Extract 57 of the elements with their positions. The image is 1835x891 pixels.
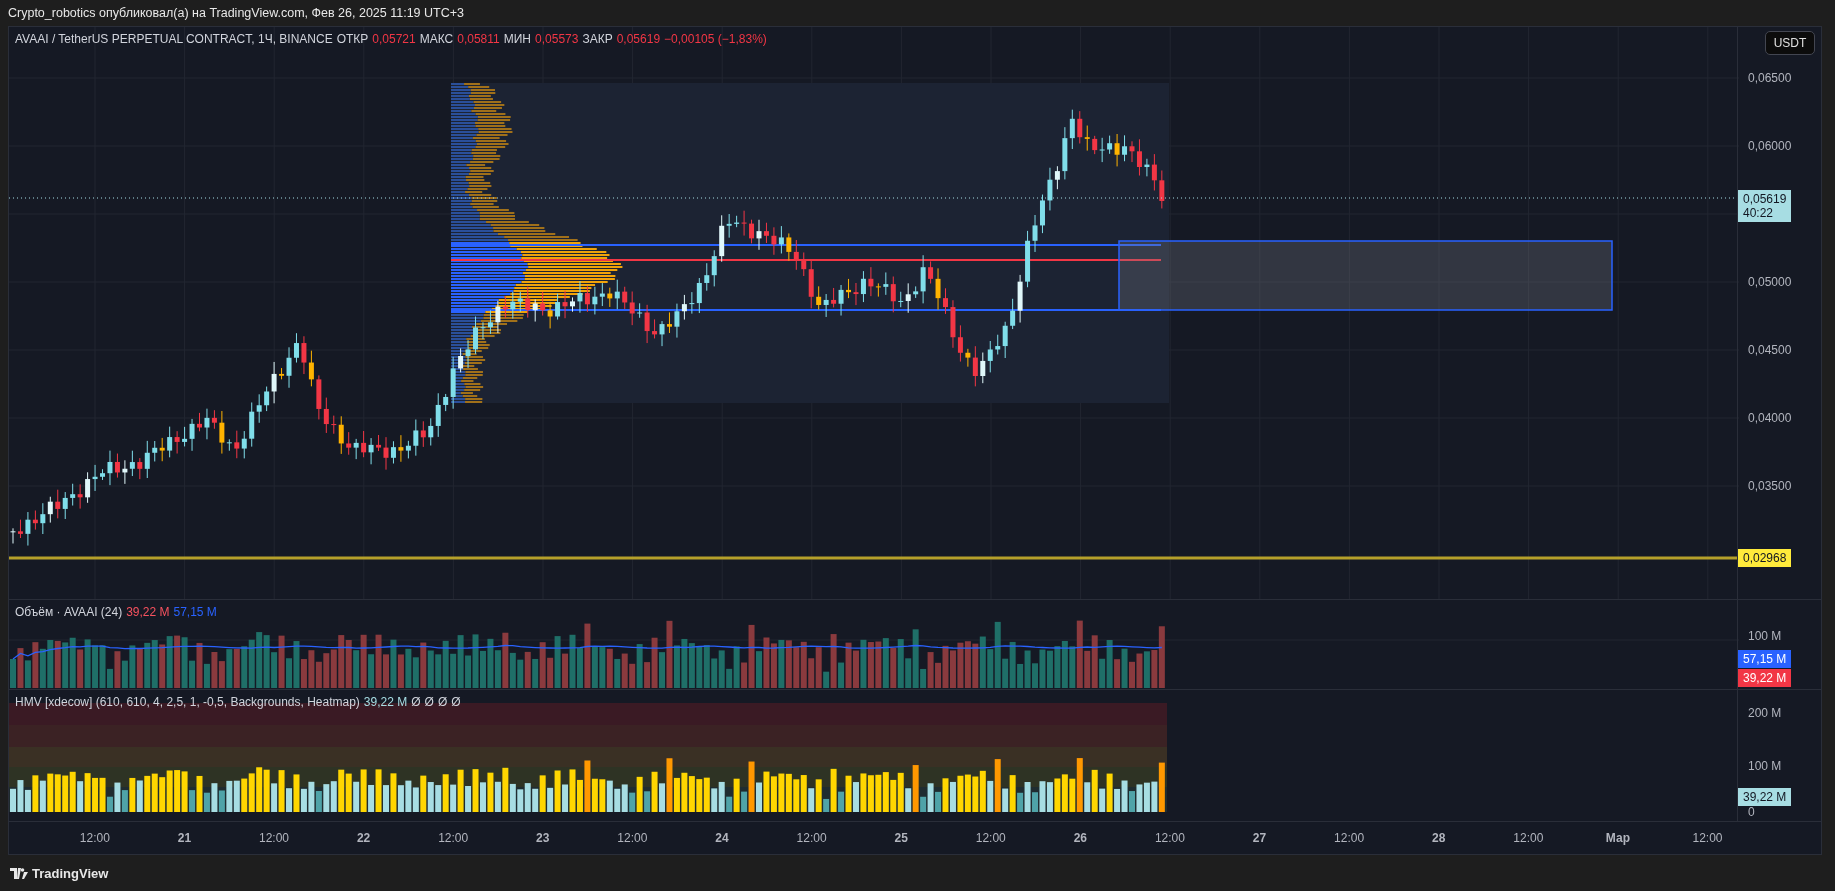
time-tick: 12:00 <box>795 831 828 845</box>
hmv-title: HMV [xdecow] (610, 610, 4, 2,5, 1, -0,5, Backgrounds, Heatmap) <box>15 695 360 709</box>
price-change: −0,00105 (−1,83%) <box>664 32 767 46</box>
ohlc-value: 0,05619 <box>616 32 661 46</box>
time-tick: 21 <box>176 831 193 845</box>
level-price-badge: 0,02968 <box>1738 549 1792 567</box>
empty-value: Ø <box>451 695 461 709</box>
time-tick: 12:00 <box>1153 831 1186 845</box>
last-price-badge: 0,05619 40:22 <box>1738 190 1792 222</box>
ohlc-label: ЗАКР <box>582 32 613 46</box>
price-tick: 0,06000 <box>1748 139 1792 153</box>
hmv-value: 39,22 M <box>363 695 408 709</box>
time-tick: 12:00 <box>1333 831 1366 845</box>
time-tick: Мар <box>1604 831 1631 845</box>
brand-name: TradingView <box>32 865 109 881</box>
publisher-caption: Crypto_robotics опубликовал(а) на TradingView.com, Фев 26, 2025 11:19 UTC+3 <box>7 5 465 22</box>
ohlc-label: МАКС <box>419 32 454 46</box>
time-tick: 12:00 <box>437 831 470 845</box>
ohlc-label: ОТКР <box>336 32 369 46</box>
price-tick: 0,04000 <box>1748 411 1792 425</box>
price-tick: 0,04500 <box>1748 343 1792 357</box>
time-tick: 28 <box>1431 831 1447 845</box>
logo-icon <box>10 867 28 879</box>
hmv-badge: 39,22 M <box>1738 788 1792 806</box>
empty-value: Ø <box>411 695 421 709</box>
ohlc-label: МИН <box>503 32 532 46</box>
time-tick: 26 <box>1072 831 1088 845</box>
currency-button[interactable]: USDT <box>1765 31 1815 55</box>
time-tick: 27 <box>1251 831 1268 845</box>
price-tick: 0,06500 <box>1748 71 1792 85</box>
volume-badge: 39,22 M <box>1738 669 1792 687</box>
time-tick: 12:00 <box>257 831 290 845</box>
hmv-tick: 100 M <box>1748 759 1782 773</box>
empty-value: Ø <box>424 695 434 709</box>
ohlc-value: 0,05811 <box>457 32 500 46</box>
time-tick: 24 <box>714 831 730 845</box>
time-tick: 12:00 <box>974 831 1007 845</box>
time-tick: 12:00 <box>1512 831 1545 845</box>
hmv-tick: 0 <box>1748 805 1755 819</box>
time-tick: 22 <box>355 831 372 845</box>
time-tick: 12:00 <box>1691 831 1724 845</box>
volume-tick: 100 M <box>1748 629 1782 643</box>
ohlc-value: 0,05573 <box>535 32 579 46</box>
volume-badge: 57,15 M <box>1738 650 1792 668</box>
empty-value: Ø <box>437 695 448 709</box>
time-tick: 25 <box>893 831 909 845</box>
volume-value: 57,15 M <box>173 605 217 619</box>
volume-title: Объём · AVAAI (24) <box>15 605 123 619</box>
volume-value: 39,22 M <box>126 605 170 619</box>
price-tick: 0,03500 <box>1748 479 1792 493</box>
hmv-tick: 200 M <box>1748 706 1782 720</box>
time-tick: 12:00 <box>78 831 111 845</box>
price-tick: 0,05000 <box>1748 275 1792 289</box>
symbol-title: AVAAI / TetherUS PERPETUAL CONTRACT, 1Ч, BINANCE <box>15 32 333 46</box>
time-tick: 12:00 <box>616 831 649 845</box>
time-tick: 23 <box>535 831 551 845</box>
ohlc-value: 0,05721 <box>372 32 416 46</box>
